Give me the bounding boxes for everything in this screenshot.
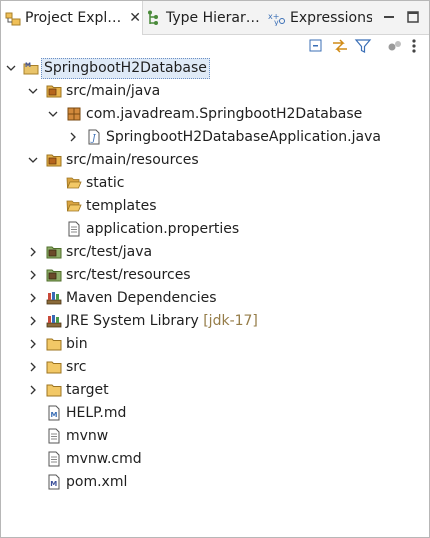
svg-text:y: y <box>274 18 279 26</box>
tree-item-label: target <box>66 382 109 398</box>
tree-item-label: src/test/resources <box>66 267 191 283</box>
folder-icon <box>46 382 62 398</box>
tree-item-label: src/test/java <box>66 244 153 260</box>
tree-item-application-properties[interactable]: application.properties <box>1 218 429 241</box>
text-file-icon <box>46 451 62 467</box>
tree-item-label: HELP.md <box>66 405 127 421</box>
svg-text:M: M <box>50 480 57 488</box>
folder-icon <box>46 336 62 352</box>
project-explorer-view: Project Expl… ✕ Type Hierar… x+ y Expres… <box>0 0 430 538</box>
tree-item-maven-dependencies[interactable]: Maven Dependencies <box>1 287 429 310</box>
tree-item-pom-xml[interactable]: M pom.xml <box>1 471 429 494</box>
tree-item-src-main-java[interactable]: src/main/java <box>1 80 429 103</box>
tree-item-label: static <box>86 175 125 191</box>
minimize-icon[interactable] <box>381 9 397 25</box>
chevron-right-icon[interactable] <box>26 314 40 328</box>
source-folder-icon <box>46 152 62 168</box>
chevron-right-icon[interactable] <box>26 245 40 259</box>
jdk-version-decoration: [jdk-17] <box>203 313 258 329</box>
tree-item-help-md[interactable]: M HELP.md <box>1 402 429 425</box>
tab-project-explorer[interactable]: Project Expl… ✕ <box>1 1 143 35</box>
view-tab-bar: Project Expl… ✕ Type Hierar… x+ y Expres… <box>1 1 429 35</box>
tree-item-label: SpringbootH2Database <box>41 58 210 79</box>
expressions-icon: x+ y <box>268 10 286 27</box>
view-toolbar <box>1 35 429 57</box>
filter-icon[interactable] <box>354 37 372 55</box>
svg-text:M: M <box>51 411 58 419</box>
tree-item-mvnw-cmd[interactable]: mvnw.cmd <box>1 448 429 471</box>
package-icon <box>66 106 82 122</box>
library-icon <box>46 313 62 329</box>
view-menu-icon[interactable] <box>408 37 420 55</box>
tree-item-label: Maven Dependencies <box>66 290 217 306</box>
tab-label: Type Hierar… <box>166 9 260 26</box>
tree-item-package[interactable]: com.javadream.SpringbootH2Database <box>1 103 429 126</box>
tree-item-label: application.properties <box>86 221 240 237</box>
tree-item-target[interactable]: target <box>1 379 429 402</box>
tab-expressions[interactable]: x+ y Expressions <box>268 1 372 34</box>
tree-item-jre-system-library[interactable]: JRE System Library [jdk-17] <box>1 310 429 333</box>
tree-item-src-test-resources[interactable]: src/test/resources <box>1 264 429 287</box>
folder-icon <box>46 359 62 375</box>
maven-project-icon: M <box>23 60 39 76</box>
chevron-right-icon[interactable] <box>26 268 40 282</box>
tree-item-bin[interactable]: bin <box>1 333 429 356</box>
svg-text:M: M <box>25 62 31 69</box>
properties-file-icon <box>66 221 82 237</box>
tree-item-root-project[interactable]: M SpringbootH2Database <box>1 57 429 80</box>
tab-label: Project Expl… <box>25 10 122 26</box>
close-icon[interactable]: ✕ <box>129 10 141 26</box>
tree-item-static[interactable]: static <box>1 172 429 195</box>
type-hierarchy-icon <box>146 10 162 26</box>
tree-item-java-file[interactable]: J SpringbootH2DatabaseApplication.java <box>1 126 429 149</box>
java-file-icon: J <box>86 129 102 145</box>
test-source-folder-icon <box>46 267 62 283</box>
tab-type-hierarchy[interactable]: Type Hierar… <box>146 1 266 34</box>
library-icon <box>46 290 62 306</box>
source-folder-icon <box>46 83 62 99</box>
maven-pom-icon: M <box>46 474 62 490</box>
tree-item-src[interactable]: src <box>1 356 429 379</box>
tree-item-label: SpringbootH2DatabaseApplication.java <box>106 129 381 145</box>
tree-item-label: pom.xml <box>66 474 128 490</box>
tree-item-label: src/main/java <box>66 83 161 99</box>
markdown-file-icon: M <box>46 405 62 421</box>
chevron-down-icon[interactable] <box>26 84 40 98</box>
tree-item-label: bin <box>66 336 88 352</box>
tree-item-label: JRE System Library <box>66 313 199 329</box>
tree-item-label: com.javadream.SpringbootH2Database <box>86 106 363 122</box>
tree-item-label: src <box>66 359 87 375</box>
chevron-down-icon[interactable] <box>26 153 40 167</box>
tab-label: Expressions <box>290 9 372 26</box>
collapse-all-icon[interactable] <box>308 37 326 55</box>
folder-open-icon <box>66 198 82 214</box>
tree-item-label: templates <box>86 198 157 214</box>
tree-item-src-main-resources[interactable]: src/main/resources <box>1 149 429 172</box>
tree-item-label-group: JRE System Library [jdk-17] <box>66 312 258 331</box>
test-source-folder-icon <box>46 244 62 260</box>
chevron-down-icon[interactable] <box>4 61 18 75</box>
tree-item-templates[interactable]: templates <box>1 195 429 218</box>
focus-on-task-icon[interactable] <box>386 37 404 55</box>
chevron-right-icon[interactable] <box>66 130 80 144</box>
folder-open-icon <box>66 175 82 191</box>
tree-item-label: mvnw <box>66 428 109 444</box>
tree-item-mvnw[interactable]: mvnw <box>1 425 429 448</box>
tree-item-label: src/main/resources <box>66 152 199 168</box>
chevron-right-icon[interactable] <box>26 337 40 351</box>
project-tree: M SpringbootH2Database src/main/java com… <box>1 57 429 494</box>
tree-item-src-test-java[interactable]: src/test/java <box>1 241 429 264</box>
chevron-right-icon[interactable] <box>26 360 40 374</box>
text-file-icon <box>46 428 62 444</box>
link-with-editor-icon[interactable] <box>331 37 349 55</box>
chevron-right-icon[interactable] <box>26 291 40 305</box>
maximize-icon[interactable] <box>405 9 421 25</box>
chevron-right-icon[interactable] <box>26 383 40 397</box>
chevron-down-icon[interactable] <box>46 107 60 121</box>
project-explorer-icon <box>5 10 21 26</box>
tree-item-label: mvnw.cmd <box>66 451 142 467</box>
